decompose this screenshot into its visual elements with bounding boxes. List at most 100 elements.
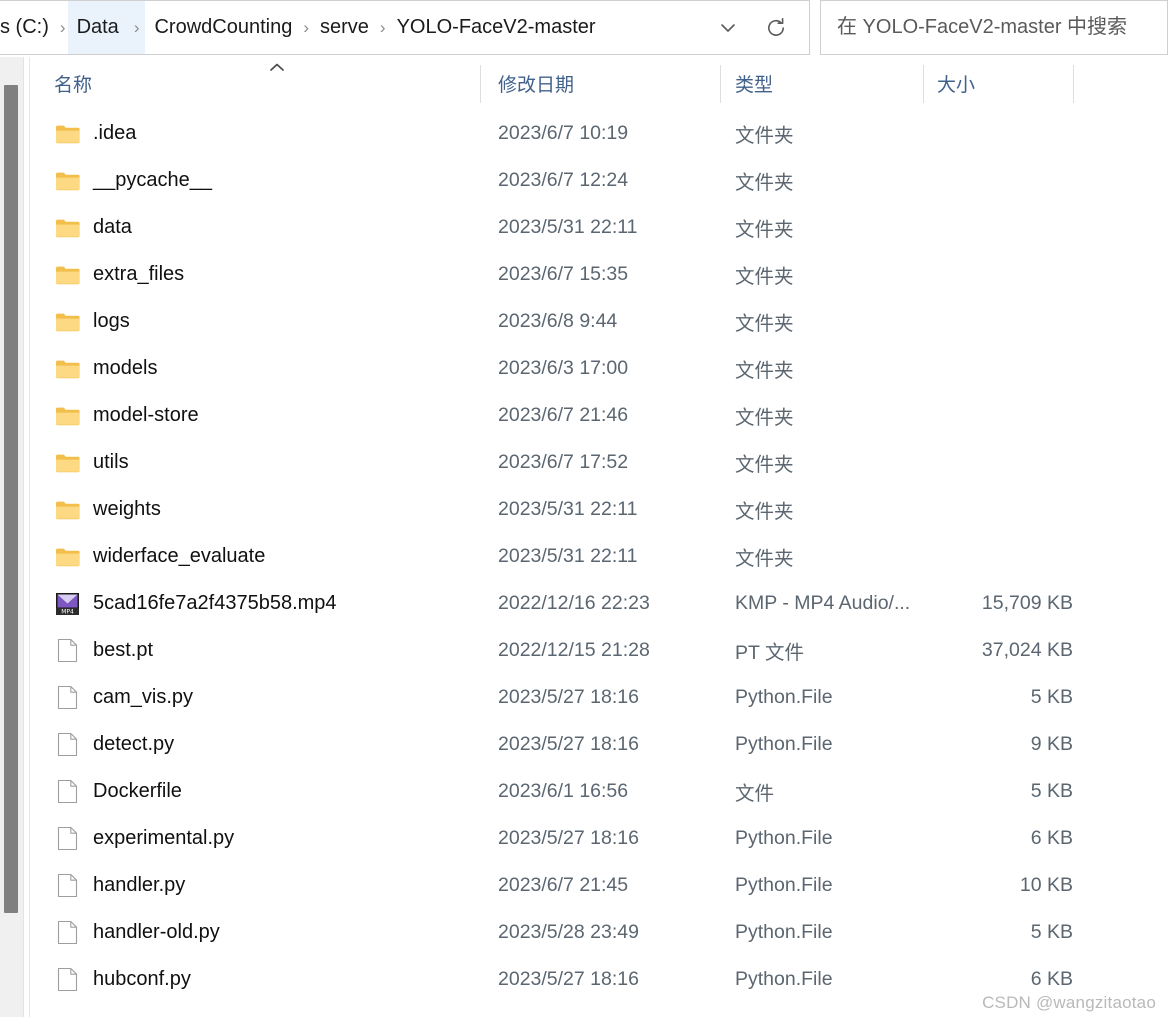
file-name-label: utils xyxy=(93,451,129,473)
file-name-cell[interactable]: handler-old.py xyxy=(54,920,220,945)
column-divider[interactable] xyxy=(480,65,481,103)
file-type-cell: 文件夹 xyxy=(735,219,794,241)
file-name-cell[interactable]: logs xyxy=(54,310,130,334)
refresh-icon[interactable] xyxy=(761,13,791,43)
file-row[interactable]: Dockerfile 2023/6/1 16:56 文件 5 KB xyxy=(30,768,1168,815)
chevron-down-icon[interactable] xyxy=(713,13,743,43)
file-size-cell: 6 KB xyxy=(1030,827,1073,849)
file-name-cell[interactable]: best.pt xyxy=(54,638,154,663)
column-header-size[interactable]: 大小 xyxy=(937,57,975,109)
file-row[interactable]: handler.py 2023/6/7 21:45 Python.File 10 KB xyxy=(30,862,1168,909)
breadcrumb-item-crowdcounting[interactable]: CrowdCounting xyxy=(145,1,301,54)
file-row[interactable]: .idea 2023/6/7 10:19 文件夹 xyxy=(30,110,1168,157)
file-name-cell[interactable]: weights xyxy=(54,498,161,522)
address-bar[interactable]: s (C:) › Data › CrowdCounting › serve › YOLO-Fac… xyxy=(0,0,810,55)
file-type-cell: PT 文件 xyxy=(735,642,804,664)
file-name-cell[interactable]: detect.py xyxy=(54,732,174,757)
file-row[interactable]: extra_files 2023/6/7 15:35 文件夹 xyxy=(30,251,1168,298)
breadcrumb-item-serve[interactable]: serve xyxy=(311,1,378,54)
column-divider[interactable] xyxy=(1073,65,1074,103)
scrollbar-thumb[interactable] xyxy=(4,85,18,913)
file-row[interactable]: experimental.py 2023/5/27 18:16 Python.Fil… xyxy=(30,815,1168,862)
column-divider[interactable] xyxy=(923,65,924,103)
file-name-label: 5cad16fe7a2f4375b58.mp4 xyxy=(93,592,337,614)
file-row[interactable]: MP4 5cad16fe7a2f4375b58.mp4 2022/12/16 22:… xyxy=(30,580,1168,627)
file-date-modified-cell: 2023/6/7 15:35 xyxy=(498,263,629,285)
file-list[interactable]: .idea 2023/6/7 10:19 文件夹 __pycache__ 2023/6/… xyxy=(30,110,1168,1017)
file-date-modified-cell: 2022/12/15 21:28 xyxy=(498,639,650,661)
file-name-cell[interactable]: __pycache__ xyxy=(54,169,212,193)
column-header-date-modified[interactable]: 修改日期 xyxy=(498,57,574,109)
file-row[interactable]: model-store 2023/6/7 21:46 文件夹 xyxy=(30,392,1168,439)
file-size-cell: 5 KB xyxy=(1030,921,1073,943)
column-header-type[interactable]: 类型 xyxy=(735,57,773,109)
breadcrumb[interactable]: s (C:) › Data › CrowdCounting › serve › YOLO-Fac… xyxy=(0,1,713,54)
file-row[interactable]: cam_vis.py 2023/5/27 18:16 Python.File 5 KB xyxy=(30,674,1168,721)
file-date-modified-cell: 2023/5/31 22:11 xyxy=(498,498,638,520)
file-row[interactable]: weights 2023/5/31 22:11 文件夹 xyxy=(30,486,1168,533)
file-size-cell: 9 KB xyxy=(1030,733,1073,755)
file-name-cell[interactable]: .idea xyxy=(54,122,136,146)
file-name-cell[interactable]: models xyxy=(54,357,157,381)
file-name-label: handler-old.py xyxy=(93,921,220,943)
file-name-cell[interactable]: model-store xyxy=(54,404,199,428)
file-row[interactable]: detect.py 2023/5/27 18:16 Python.File 9 KB xyxy=(30,721,1168,768)
file-type-cell: Python.File xyxy=(735,968,833,990)
file-row[interactable]: handler-old.py 2023/5/28 23:49 Python.File… xyxy=(30,909,1168,956)
file-date-modified-cell: 2022/12/16 22:23 xyxy=(498,592,650,614)
column-divider[interactable] xyxy=(720,65,721,103)
file-name-label: extra_files xyxy=(93,263,185,285)
file-size-cell: 15,709 KB xyxy=(981,592,1073,614)
generic-file-icon xyxy=(54,920,80,945)
file-name-cell[interactable]: MP4 5cad16fe7a2f4375b58.mp4 xyxy=(54,592,337,616)
file-row[interactable]: best.pt 2022/12/15 21:28 PT 文件 37,024 KB xyxy=(30,627,1168,674)
file-size-cell: 37,024 KB xyxy=(981,639,1073,661)
column-header-row: 名称 修改日期 类型 大小 xyxy=(30,57,1168,109)
file-row[interactable]: utils 2023/6/7 17:52 文件夹 xyxy=(30,439,1168,486)
file-row[interactable]: widerface_evaluate 2023/5/31 22:11 文件夹 xyxy=(30,533,1168,580)
file-name-label: data xyxy=(93,216,132,238)
file-size-cell: 10 KB xyxy=(1019,874,1073,896)
file-name-cell[interactable]: extra_files xyxy=(54,263,184,287)
file-name-cell[interactable]: cam_vis.py xyxy=(54,685,193,710)
breadcrumb-separator[interactable]: › xyxy=(58,1,68,54)
breadcrumb-separator[interactable]: › xyxy=(127,1,146,54)
file-name-label: best.pt xyxy=(93,639,154,661)
file-type-cell: Python.File xyxy=(735,827,833,849)
file-name-cell[interactable]: handler.py xyxy=(54,873,185,898)
generic-file-icon xyxy=(54,685,80,710)
column-header-name[interactable]: 名称 xyxy=(54,57,92,109)
file-name-cell[interactable]: utils xyxy=(54,451,129,475)
file-date-modified-cell: 2023/5/28 23:49 xyxy=(498,921,639,943)
file-name-label: models xyxy=(93,357,158,379)
file-name-cell[interactable]: widerface_evaluate xyxy=(54,545,265,569)
file-date-modified-cell: 2023/6/7 21:45 xyxy=(498,874,629,896)
breadcrumb-item-s-c[interactable]: s (C:) xyxy=(0,1,58,54)
file-type-cell: 文件夹 xyxy=(735,125,794,147)
search-input[interactable] xyxy=(835,15,1167,40)
file-name-label: hubconf.py xyxy=(93,968,191,990)
vertical-scrollbar[interactable] xyxy=(0,57,24,1017)
file-date-modified-cell: 2023/6/7 10:19 xyxy=(498,122,629,144)
breadcrumb-item-data[interactable]: Data xyxy=(67,1,128,54)
file-row[interactable]: __pycache__ 2023/6/7 12:24 文件夹 xyxy=(30,157,1168,204)
file-name-cell[interactable]: data xyxy=(54,216,132,240)
file-type-cell: 文件 xyxy=(735,783,775,805)
search-box[interactable] xyxy=(820,0,1168,55)
breadcrumb-item-yolo-facev2-master[interactable]: YOLO-FaceV2-master xyxy=(388,1,605,54)
breadcrumb-separator[interactable]: › xyxy=(378,1,388,54)
file-name-label: Dockerfile xyxy=(93,780,182,802)
file-row[interactable]: data 2023/5/31 22:11 文件夹 xyxy=(30,204,1168,251)
file-name-cell[interactable]: experimental.py xyxy=(54,826,234,851)
file-name-cell[interactable]: Dockerfile xyxy=(54,779,182,804)
folder-icon xyxy=(54,169,80,193)
file-name-label: widerface_evaluate xyxy=(93,545,266,567)
watermark-text: CSDN @wangzitaotao xyxy=(982,993,1156,1012)
file-row[interactable]: logs 2023/6/8 9:44 文件夹 xyxy=(30,298,1168,345)
file-name-label: weights xyxy=(93,498,161,520)
file-row[interactable]: models 2023/6/3 17:00 文件夹 xyxy=(30,345,1168,392)
generic-file-icon xyxy=(54,826,80,851)
file-date-modified-cell: 2023/5/27 18:16 xyxy=(498,827,639,849)
file-name-cell[interactable]: hubconf.py xyxy=(54,967,191,992)
breadcrumb-separator[interactable]: › xyxy=(301,1,311,54)
